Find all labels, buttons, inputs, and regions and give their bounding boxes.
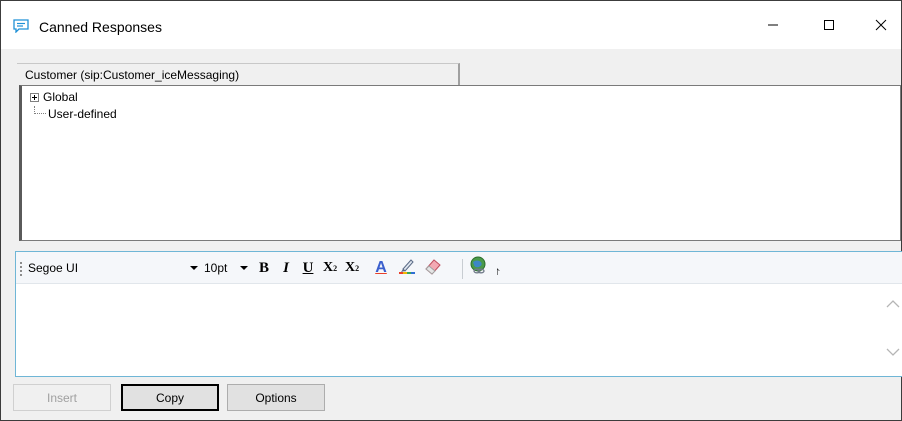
tree-item-user-defined[interactable]: User-defined <box>30 106 117 122</box>
chevron-down-icon[interactable] <box>240 266 248 270</box>
subscript-button[interactable]: X2 <box>320 258 340 278</box>
clear-format-button[interactable] <box>422 258 444 278</box>
superscript-letter: X <box>344 260 356 275</box>
highlighter-icon <box>397 257 417 280</box>
window-title: Canned Responses <box>39 19 162 35</box>
eraser-icon <box>423 257 443 280</box>
options-button[interactable]: Options <box>227 384 325 411</box>
font-size-select[interactable]: 10pt <box>204 261 227 275</box>
tree-item-label: User-defined <box>48 107 117 121</box>
insert-link-button[interactable] <box>468 256 490 281</box>
superscript-mark: 2 <box>355 263 360 273</box>
insert-button[interactable]: Insert <box>13 384 111 411</box>
toolbar-overflow-button[interactable]: ⨡ <box>492 262 504 282</box>
canned-responses-window: Canned Responses Customer (sip:Customer_… <box>0 0 902 421</box>
chevron-down-icon[interactable] <box>190 266 198 270</box>
globe-link-icon <box>469 256 489 281</box>
copy-button[interactable]: Copy <box>121 384 219 411</box>
tab-customer[interactable]: Customer (sip:Customer_iceMessaging) <box>17 63 460 85</box>
scroll-down-button[interactable] <box>886 346 900 358</box>
close-button[interactable] <box>861 11 901 41</box>
highlight-button[interactable] <box>396 258 418 278</box>
tree-connector <box>34 106 46 114</box>
title-bar[interactable]: Canned Responses <box>1 1 901 49</box>
chevron-down-icon <box>886 347 900 361</box>
font-name-select[interactable]: Segoe UI <box>28 261 188 275</box>
minimize-icon <box>767 19 779 34</box>
superscript-button[interactable]: X2 <box>342 258 362 278</box>
subscript-letter: X <box>322 260 334 275</box>
chevron-up-icon <box>886 299 900 313</box>
tree-item-label: Global <box>43 90 78 104</box>
chat-bubble-icon <box>13 19 29 34</box>
subscript-mark: 2 <box>333 263 338 273</box>
scroll-up-button[interactable] <box>886 298 900 310</box>
bold-button[interactable]: B <box>256 258 272 278</box>
underline-button[interactable]: U <box>300 258 316 278</box>
close-icon <box>875 19 887 34</box>
toolbar-grip[interactable] <box>20 262 22 276</box>
response-tree[interactable]: Global User-defined <box>19 85 901 241</box>
minimize-button[interactable] <box>753 11 793 41</box>
rich-text-editor: Segoe UI 10pt B I U X2 X2 A ⨡ <box>15 251 902 377</box>
maximize-button[interactable] <box>809 11 849 41</box>
toolbar-separator <box>462 259 463 279</box>
tree-item-global[interactable]: Global <box>30 89 78 105</box>
expand-icon[interactable] <box>30 92 39 102</box>
maximize-icon <box>823 19 835 34</box>
formatting-toolbar: Segoe UI 10pt B I U X2 X2 A ⨡ <box>16 252 902 284</box>
font-color-button[interactable]: A <box>370 258 392 278</box>
italic-button[interactable]: I <box>278 258 294 278</box>
